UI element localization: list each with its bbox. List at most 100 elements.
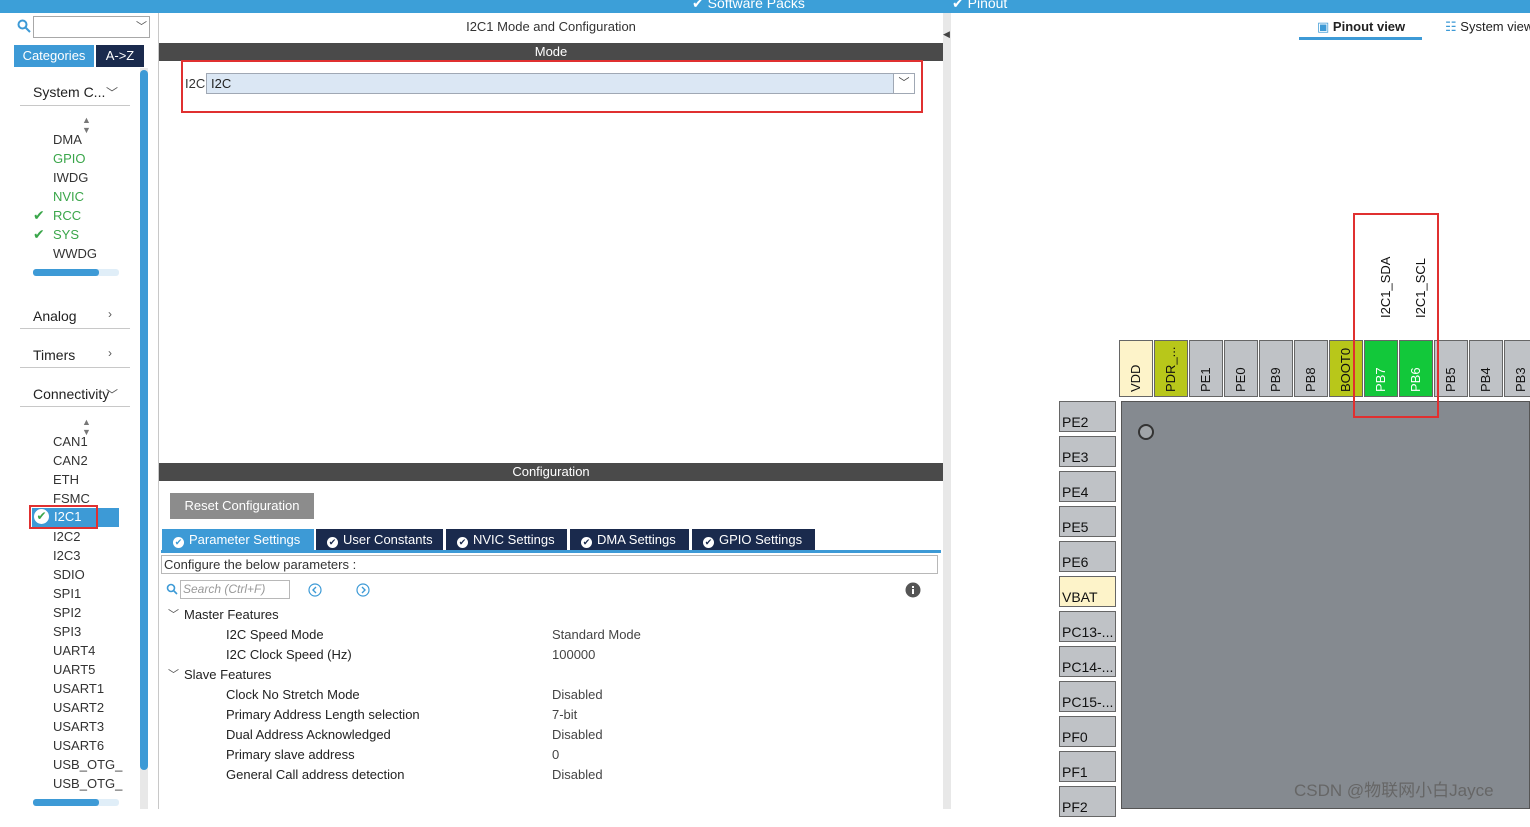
periph-usb-otg-fs[interactable]: USB_OTG_ <box>53 757 122 772</box>
tab-user-constants[interactable]: ✔ User Constants <box>316 529 443 550</box>
pin-vdd[interactable]: VDD <box>1119 340 1153 397</box>
periph-spi2[interactable]: SPI2 <box>53 605 81 620</box>
periph-i2c3[interactable]: I2C3 <box>53 548 80 563</box>
pin1-marker <box>1138 424 1154 440</box>
left-scrollbar-thumb[interactable] <box>140 70 148 770</box>
periph-usart1[interactable]: USART1 <box>53 681 104 696</box>
system-view-label: System view <box>1460 19 1530 34</box>
parameter-search-input[interactable]: Search (Ctrl+F) <box>180 580 290 599</box>
param-value[interactable]: Disabled <box>552 767 603 782</box>
pin-pe4[interactable]: PE4 <box>1059 471 1116 502</box>
tab-nvic-settings[interactable]: ✔ NVIC Settings <box>446 529 567 550</box>
chevron-down-icon[interactable]: ﹀ <box>106 84 118 101</box>
pin-pe2[interactable]: PE2 <box>1059 401 1116 432</box>
pin-pf2[interactable]: PF2 <box>1059 786 1116 817</box>
pin-pc13[interactable]: PC13-... <box>1059 611 1116 642</box>
periph-sys[interactable]: SYS <box>53 227 79 242</box>
info-icon[interactable] <box>905 582 921 601</box>
param-value[interactable]: 7-bit <box>552 707 577 722</box>
periph-spi3[interactable]: SPI3 <box>53 624 81 639</box>
mode-config-panel: I2C1 Mode and Configuration Mode I2C I2C… <box>159 13 943 809</box>
periph-usart2[interactable]: USART2 <box>53 700 104 715</box>
software-packs-menu[interactable]: ✔ Software Packs <box>692 0 805 12</box>
periph-gpio[interactable]: GPIO <box>53 151 86 166</box>
check-circle-icon: ✔ <box>703 537 714 548</box>
pin-label: VDD <box>1128 364 1143 392</box>
param-value[interactable]: Standard Mode <box>552 627 641 642</box>
pin-pdr[interactable]: PDR_... <box>1154 340 1188 397</box>
tab-a-to-z[interactable]: A->Z <box>96 45 144 67</box>
chevron-down-icon[interactable]: ﹀ <box>168 606 179 622</box>
chevron-right-icon[interactable]: › <box>108 307 112 321</box>
param-value[interactable]: 100000 <box>552 647 595 662</box>
next-arrow-icon[interactable] <box>356 583 370 600</box>
periph-wwdg[interactable]: WWDG <box>53 246 97 261</box>
watermark: CSDN @物联网小白Jayce <box>1294 781 1494 800</box>
panel-splitter[interactable]: ◀ <box>943 13 951 809</box>
tab-label: NVIC Settings <box>473 532 555 547</box>
param-value[interactable]: Disabled <box>552 687 603 702</box>
pin-pe6[interactable]: PE6 <box>1059 541 1116 572</box>
param-value[interactable]: Disabled <box>552 727 603 742</box>
periph-usart6[interactable]: USART6 <box>53 738 104 753</box>
group-slave-features[interactable]: Slave Features <box>184 667 271 682</box>
chevron-right-icon[interactable]: › <box>108 346 112 360</box>
param-value[interactable]: 0 <box>552 747 559 762</box>
pin-pc14[interactable]: PC14-... <box>1059 646 1116 677</box>
pin-pe1[interactable]: PE1 <box>1189 340 1223 397</box>
periph-can1[interactable]: CAN1 <box>53 434 88 449</box>
sort-icon[interactable]: ▲ ▼ <box>82 115 91 135</box>
pin-pf0[interactable]: PF0 <box>1059 716 1116 747</box>
periph-spi1[interactable]: SPI1 <box>53 586 81 601</box>
tab-gpio-settings[interactable]: ✔ GPIO Settings <box>692 529 815 550</box>
previous-arrow-icon[interactable] <box>308 583 322 600</box>
pin-pb5[interactable]: PB5 <box>1434 340 1468 397</box>
category-system-core[interactable]: System C... <box>33 84 105 100</box>
periph-iwdg[interactable]: IWDG <box>53 170 88 185</box>
system-core-scrollbar-thumb[interactable] <box>33 269 99 276</box>
pin-pb4[interactable]: PB4 <box>1469 340 1503 397</box>
periph-rcc[interactable]: RCC <box>53 208 81 223</box>
category-search-input[interactable]: ﹀ <box>33 16 150 38</box>
pin-pf1[interactable]: PF1 <box>1059 751 1116 782</box>
chevron-down-icon[interactable]: ﹀ <box>168 666 179 682</box>
tab-parameter-settings[interactable]: ✔ Parameter Settings <box>162 529 314 550</box>
highlight-box-i2c-pins <box>1353 213 1439 418</box>
connectivity-scrollbar-thumb[interactable] <box>33 799 99 806</box>
list-icon: ☷ <box>1445 19 1457 34</box>
pin-pb3[interactable]: PB3 <box>1504 340 1530 397</box>
check-circle-icon: ✔ <box>173 537 184 548</box>
chevron-down-icon[interactable]: ﹀ <box>136 18 147 34</box>
periph-can2[interactable]: CAN2 <box>53 453 88 468</box>
pin-pb9[interactable]: PB9 <box>1259 340 1293 397</box>
periph-nvic[interactable]: NVIC <box>53 189 84 204</box>
periph-uart5[interactable]: UART5 <box>53 662 95 677</box>
tab-categories[interactable]: Categories <box>14 45 94 67</box>
pin-pe0[interactable]: PE0 <box>1224 340 1258 397</box>
pin-pe3[interactable]: PE3 <box>1059 436 1116 467</box>
periph-eth[interactable]: ETH <box>53 472 79 487</box>
pin-vbat[interactable]: VBAT <box>1059 576 1116 607</box>
tab-pinout-view[interactable]: ▣ Pinout view <box>1317 19 1405 35</box>
chevron-down-icon[interactable]: ﹀ <box>106 386 118 403</box>
pinout-menu[interactable]: ✔ Pinout <box>952 0 1007 12</box>
collapse-left-icon[interactable]: ◀ <box>943 29 950 40</box>
pin-pb8[interactable]: PB8 <box>1294 340 1328 397</box>
mcu-chip-body <box>1121 401 1530 809</box>
category-timers[interactable]: Timers <box>33 347 75 363</box>
periph-uart4[interactable]: UART4 <box>53 643 95 658</box>
pin-pe5[interactable]: PE5 <box>1059 506 1116 537</box>
periph-usb-otg-hs[interactable]: USB_OTG_ <box>53 776 122 791</box>
category-analog[interactable]: Analog <box>33 308 77 324</box>
tab-system-view[interactable]: ☷ System view <box>1445 19 1530 35</box>
periph-fsmc[interactable]: FSMC <box>53 491 90 506</box>
category-connectivity[interactable]: Connectivity <box>33 386 109 402</box>
group-master-features[interactable]: Master Features <box>184 607 279 622</box>
periph-i2c2[interactable]: I2C2 <box>53 529 80 544</box>
tab-dma-settings[interactable]: ✔ DMA Settings <box>570 529 689 550</box>
pin-pc15[interactable]: PC15-... <box>1059 681 1116 712</box>
periph-dma[interactable]: DMA <box>53 132 82 147</box>
periph-usart3[interactable]: USART3 <box>53 719 104 734</box>
reset-configuration-button[interactable]: Reset Configuration <box>170 493 314 519</box>
periph-sdio[interactable]: SDIO <box>53 567 85 582</box>
